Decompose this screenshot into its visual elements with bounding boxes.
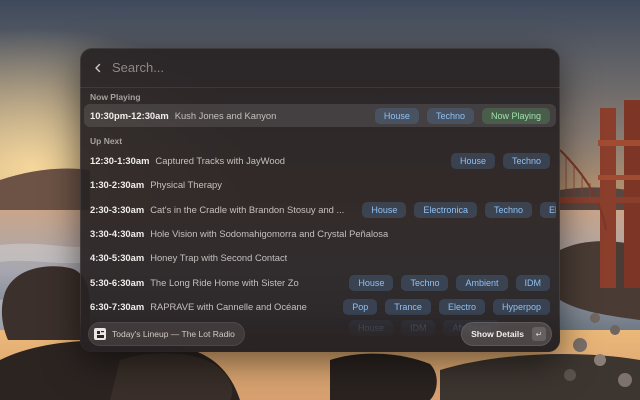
command-title: Today's Lineup — The Lot Radio (112, 329, 235, 339)
row-tags: House Techno Now Playing (374, 104, 550, 127)
row-title: Hole Vision with Sodomahigomorra and Cry… (150, 228, 389, 239)
list-item[interactable]: 4:30-5:30am Honey Trap with Second Conta… (84, 246, 556, 269)
tag: House (349, 274, 394, 291)
row-tags: House Electronica Techno Ele (362, 198, 556, 221)
row-time: 6:30-7:30am (90, 301, 145, 312)
tag: Electro (438, 298, 485, 315)
tag: House (362, 201, 407, 218)
row-title: Captured Tracks with JayWood (155, 155, 285, 166)
list-item[interactable]: 3:30-4:30am Hole Vision with Sodomahigom… (84, 222, 556, 245)
search-input[interactable] (112, 60, 548, 75)
row-tags: House Techno (450, 149, 550, 172)
radio-glyph (96, 330, 104, 338)
tag: Electronica (414, 201, 477, 218)
row-title: RAPRAVE with Cannelle and Océane (150, 301, 307, 312)
search-bar (80, 48, 560, 88)
back-button[interactable] (88, 58, 108, 78)
radio-extension-icon (94, 328, 106, 340)
row-time: 12:30-1:30am (90, 155, 150, 166)
section-header-now-playing: Now Playing (90, 92, 141, 102)
list-item[interactable]: 1:30-2:30am Physical Therapy (84, 173, 556, 196)
row-time: 5:30-6:30am (90, 277, 145, 288)
return-key-icon: ↵ (532, 327, 546, 341)
row-title: Physical Therapy (150, 179, 222, 190)
row-title: Honey Trap with Second Contact (150, 252, 288, 263)
tag: Hyperpop (492, 298, 550, 315)
row-time: 2:30-3:30am (90, 204, 145, 215)
tag: Techno (484, 201, 532, 218)
tag: Techno (502, 152, 550, 169)
tag: Ambient (456, 274, 508, 291)
tag: Trance (385, 298, 431, 315)
row-tags: House Techno Ambient IDM (349, 271, 550, 294)
list-item[interactable]: 12:30-1:30am Captured Tracks with JayWoo… (84, 149, 556, 172)
list-item-now-playing[interactable]: 10:30pm-12:30am Kush Jones and Kanyon Ho… (84, 104, 556, 127)
row-title: The Long Ride Home with Sister Zo (150, 277, 299, 288)
row-time: 3:30-4:30am (90, 228, 145, 239)
list-item[interactable]: 2:30-3:30am Cat's in the Cradle with Bra… (84, 198, 556, 221)
row-tags: Pop Trance Electro Hyperpop (343, 295, 550, 318)
now-playing-badge: Now Playing (481, 107, 550, 124)
list-item[interactable]: 6:30-7:30am RAPRAVE with Cannelle and Oc… (84, 295, 556, 318)
tag: Techno (426, 107, 474, 124)
tag: IDM (515, 274, 550, 291)
row-time: 4:30-5:30am (90, 252, 145, 263)
chevron-left-icon (95, 63, 101, 72)
row-title: Kush Jones and Kanyon (174, 110, 277, 121)
tag: Pop (343, 298, 378, 315)
command-title-pill: Today's Lineup — The Lot Radio (88, 322, 245, 346)
tag: House (450, 152, 495, 169)
tag: House (348, 320, 393, 336)
list-item[interactable]: 5:30-6:30am The Long Ride Home with Sist… (84, 271, 556, 294)
tag: Ele (539, 201, 556, 218)
section-header-up-next: Up Next (90, 136, 123, 146)
tag: Techno (401, 274, 449, 291)
row-time: 10:30pm-12:30am (90, 110, 169, 121)
tag: IDM (400, 320, 436, 336)
show-details-label: Show Details (471, 329, 524, 339)
row-title: Cat's in the Cradle with Brandon Stosuy … (150, 204, 345, 215)
launcher-window: Now Playing 10:30pm-12:30am Kush Jones a… (80, 48, 560, 352)
row-time: 1:30-2:30am (90, 179, 145, 190)
show-details-button[interactable]: Show Details ↵ (461, 322, 552, 346)
tag: House (374, 107, 419, 124)
